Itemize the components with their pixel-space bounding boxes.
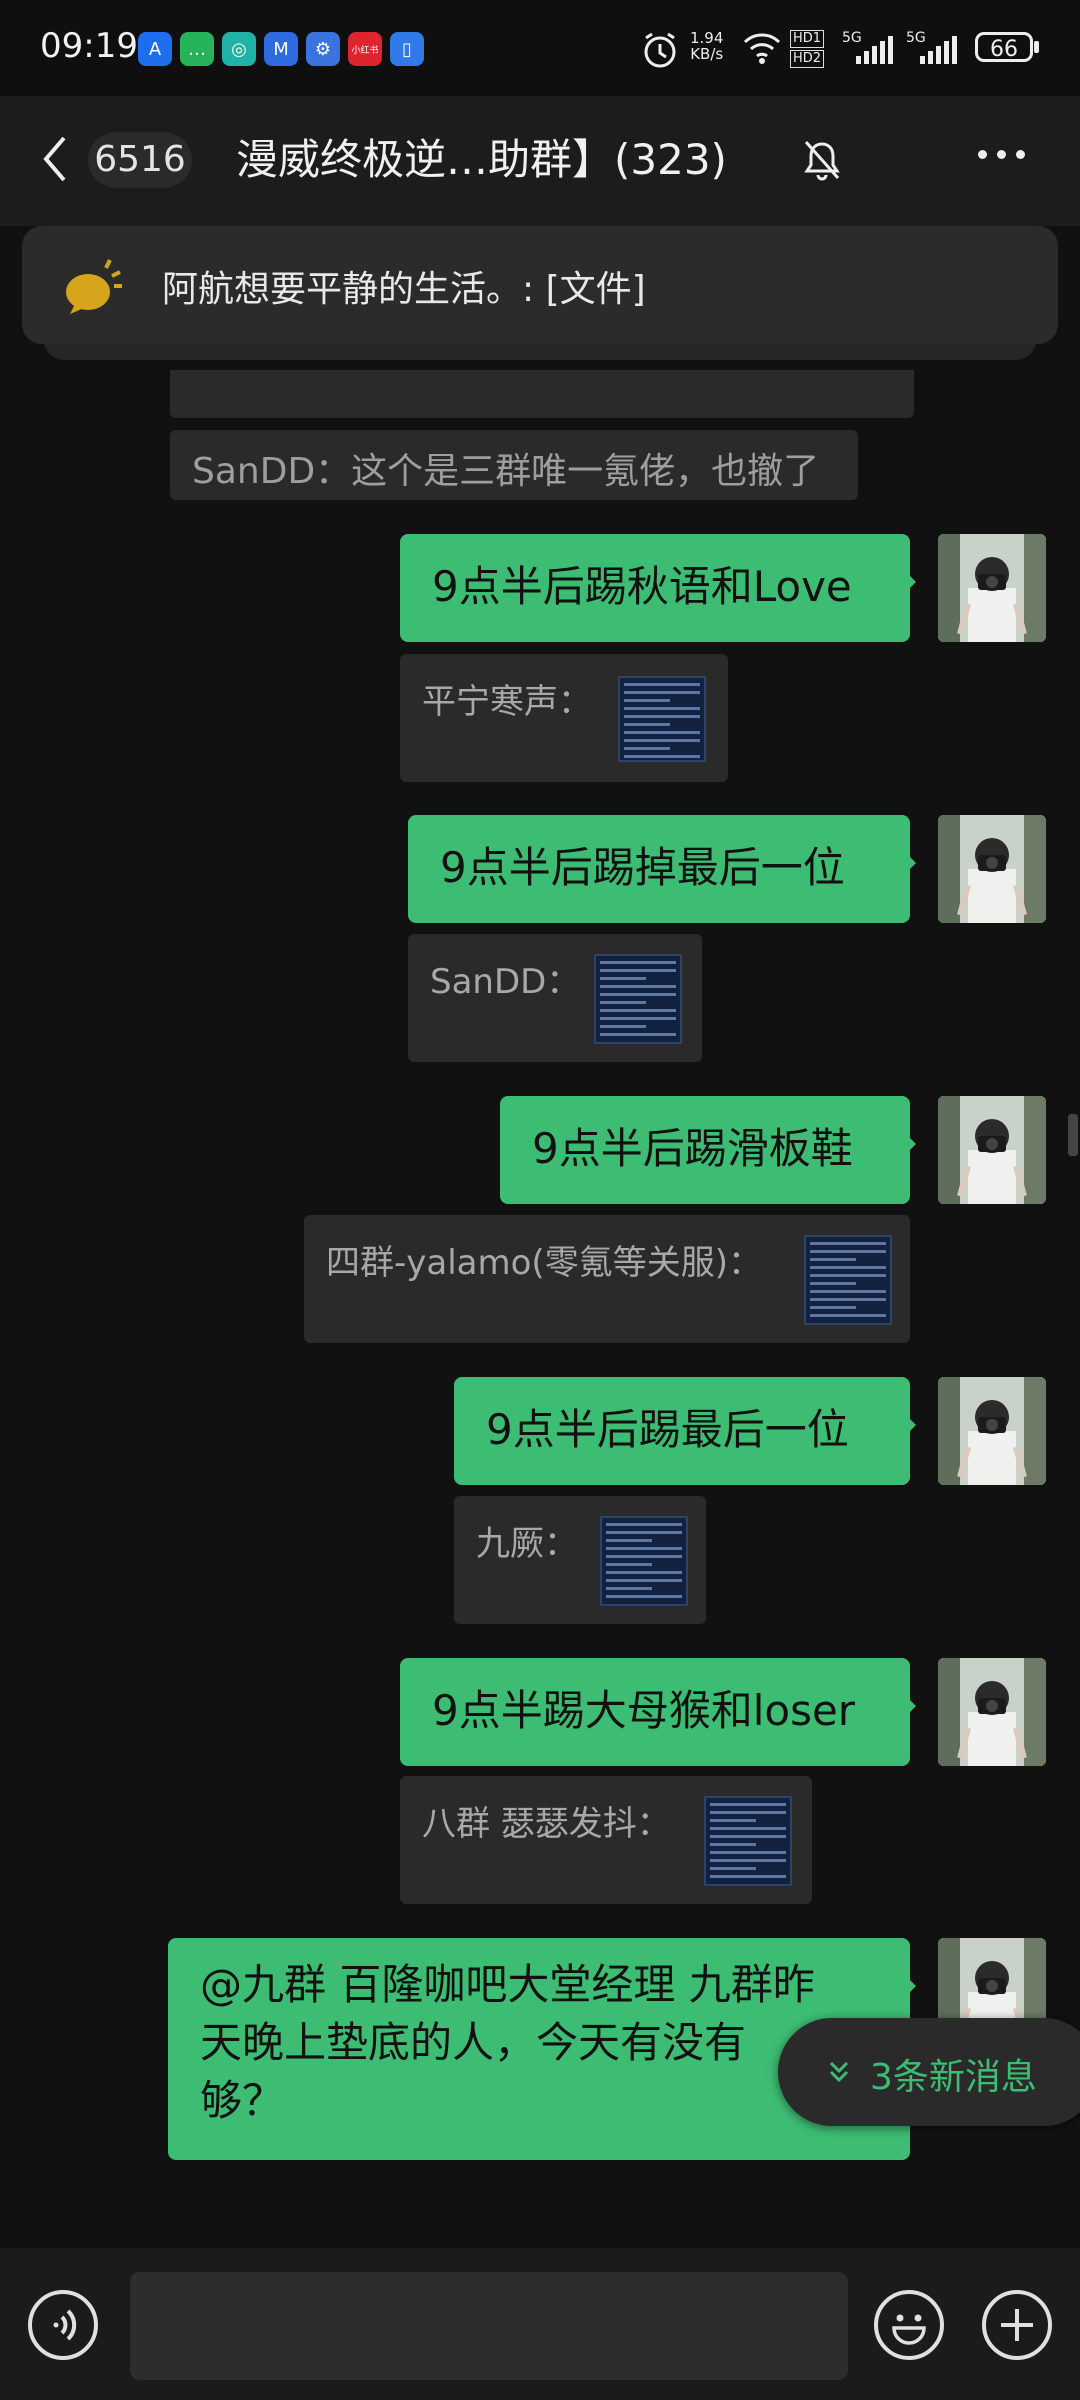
net-speed: 1.94 KB/s xyxy=(690,30,723,62)
person-photo-icon xyxy=(938,534,1046,642)
quote-image-thumbnail[interactable] xyxy=(704,1796,792,1886)
signal1-label: 5G xyxy=(842,30,862,46)
hd1-badge: HD1 xyxy=(790,30,825,48)
quote-image-thumbnail[interactable] xyxy=(804,1235,892,1325)
quote-image-thumbnail[interactable] xyxy=(600,1516,688,1606)
quote-sender: SanDD： xyxy=(430,962,581,1002)
message-text: 9点半后踢滑板鞋 xyxy=(532,1124,853,1173)
battery-tip xyxy=(1034,41,1039,53)
quote-bubble[interactable]: 四群-yalamo(零氪等关服)： xyxy=(304,1215,910,1343)
avatar[interactable] xyxy=(938,1658,1046,1766)
double-chevron-down-icon xyxy=(826,2058,852,2093)
avatar[interactable] xyxy=(938,1096,1046,1204)
chevron-left-icon xyxy=(43,136,66,182)
person-photo-icon xyxy=(938,815,1046,923)
message-bubble-partial xyxy=(170,370,914,418)
quote-sender: 九厥： xyxy=(476,1524,578,1564)
quote-bubble[interactable]: 平宁寒声： xyxy=(400,654,728,782)
message-text: SanDD：这个是三群唯一氪佬，也撤了 xyxy=(192,451,820,492)
app-blue-icon: M xyxy=(264,32,298,66)
dot-icon xyxy=(978,150,987,159)
quote-sender: 平宁寒声： xyxy=(422,682,592,722)
status-time: 09:19 xyxy=(40,26,138,66)
plus-icon xyxy=(1001,2309,1033,2341)
avatar[interactable] xyxy=(938,815,1046,923)
signal-icon-2: 5G xyxy=(906,30,957,64)
unread-count-badge[interactable]: 6516 xyxy=(88,132,192,188)
announcement-icon xyxy=(60,254,124,318)
net-speed-unit: KB/s xyxy=(690,45,724,63)
message-bubble-outgoing[interactable]: 9点半后踢掉最后一位 xyxy=(408,815,916,923)
app-phone-icon: ▯ xyxy=(390,32,424,66)
voice-wave-icon xyxy=(53,2309,77,2341)
notice-text: 阿航想要平静的生活。: [文件] xyxy=(162,269,646,310)
message-text: 9点半踢大母猴和loser xyxy=(432,1686,856,1735)
net-speed-value: 1.94 xyxy=(690,29,724,47)
app-settings-icon: ⚙ xyxy=(306,32,340,66)
quote-image-thumbnail[interactable] xyxy=(594,954,682,1044)
quote-bubble[interactable]: SanDD： xyxy=(408,934,702,1062)
quote-bubble[interactable]: 八群 瑟瑟发抖： xyxy=(400,1776,812,1904)
message-bubble-outgoing[interactable]: 9点半后踢滑板鞋 xyxy=(500,1096,916,1204)
message-text-line: 够？ xyxy=(200,2076,285,2125)
person-photo-icon xyxy=(938,1377,1046,1485)
hd2-badge: HD2 xyxy=(790,50,825,68)
signal2-label: 5G xyxy=(906,30,926,46)
battery-indicator: 66 xyxy=(975,32,1033,62)
message-text: 9点半后踢秋语和Love xyxy=(432,562,852,611)
message-bubble-outgoing[interactable]: 9点半踢大母猴和loser xyxy=(400,1658,916,1766)
app-shop-icon: 小红书 xyxy=(348,32,382,66)
scroll-indicator[interactable] xyxy=(1068,1114,1078,1156)
app-teal-icon: ◎ xyxy=(222,32,256,66)
back-button[interactable] xyxy=(40,134,70,196)
message-bubble-incoming[interactable]: SanDD：这个是三群唯一氪佬，也撤了 xyxy=(170,430,858,500)
new-messages-label: 3条新消息 xyxy=(870,2057,1037,2098)
alarm-icon xyxy=(640,30,680,74)
person-photo-icon xyxy=(938,1658,1046,1766)
message-input[interactable] xyxy=(130,2272,848,2380)
voice-button[interactable] xyxy=(28,2290,98,2360)
dot-icon xyxy=(1016,150,1025,159)
message-text-line: 天晚上垫底的人，今天有没有 xyxy=(200,2018,747,2067)
quote-sender: 四群-yalamo(零氪等关服)： xyxy=(326,1243,762,1283)
message-bubble-outgoing[interactable]: 9点半后踢秋语和Love xyxy=(400,534,916,642)
hd-badges: HD1 HD2 xyxy=(790,30,825,68)
quote-image-thumbnail[interactable] xyxy=(618,676,706,762)
app-chat-icon: … xyxy=(180,32,214,66)
person-photo-icon xyxy=(938,1096,1046,1204)
signal-icon-1: 5G xyxy=(842,30,893,64)
avatar[interactable] xyxy=(938,534,1046,642)
emoji-button[interactable] xyxy=(874,2290,944,2360)
add-button[interactable] xyxy=(982,2290,1052,2360)
message-text-line: @九群 百隆咖吧大堂经理 九群昨 xyxy=(200,1960,815,2009)
message-text: 9点半后踢最后一位 xyxy=(486,1405,849,1454)
mute-bell-icon[interactable] xyxy=(802,138,842,182)
app-a-icon: A xyxy=(138,32,172,66)
avatar[interactable] xyxy=(938,1377,1046,1485)
smiley-icon xyxy=(892,2314,926,2345)
dot-icon xyxy=(997,150,1006,159)
more-options-button[interactable] xyxy=(978,150,1025,159)
message-bubble-outgoing[interactable]: 9点半后踢最后一位 xyxy=(454,1377,916,1485)
quote-bubble[interactable]: 九厥： xyxy=(454,1496,706,1624)
page-title: 漫威终极逆…助群】(323) xyxy=(236,135,727,184)
message-text: 9点半后踢掉最后一位 xyxy=(440,843,845,892)
wifi-icon xyxy=(742,30,782,70)
quote-sender: 八群 瑟瑟发抖： xyxy=(422,1804,671,1844)
